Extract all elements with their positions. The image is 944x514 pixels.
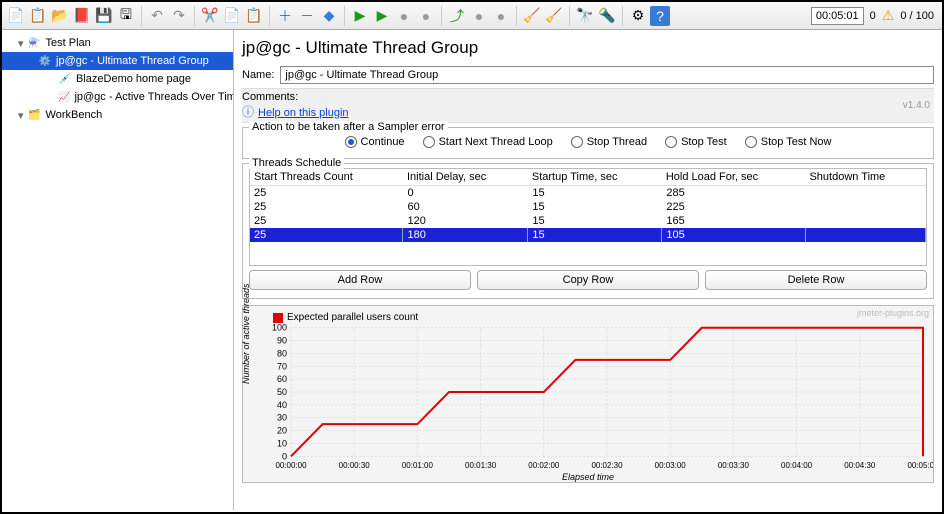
search-icon[interactable]: 🔭 (575, 6, 595, 26)
remote-shutdown-icon[interactable]: ● (491, 6, 511, 26)
svg-text:00:03:30: 00:03:30 (718, 461, 750, 470)
close-icon[interactable]: 📕 (72, 6, 92, 26)
function-icon[interactable]: ⚙ (628, 6, 648, 26)
thread-ratio: 0 / 100 (896, 10, 938, 22)
svg-text:70: 70 (277, 361, 287, 371)
open-icon[interactable]: 📂 (50, 6, 70, 26)
warning-icon[interactable]: ⚠ (882, 7, 895, 24)
copy-row-button[interactable]: Copy Row (477, 270, 699, 290)
help-icon[interactable]: ? (650, 6, 670, 26)
svg-text:00:00:00: 00:00:00 (275, 461, 307, 470)
svg-text:00:04:30: 00:04:30 (844, 461, 876, 470)
collapse-icon[interactable]: － (297, 6, 317, 26)
sampler-error-title: Action to be taken after a Sampler error (249, 121, 448, 133)
radio-stop-test-now[interactable]: Stop Test Now (745, 136, 832, 148)
table-row[interactable]: 256015225 (250, 200, 926, 214)
tree-item[interactable]: ▾⚗️Test Plan (2, 34, 233, 52)
plugin-version: v1.4.0 (903, 100, 934, 111)
radio-start-next-thread-loop[interactable]: Start Next Thread Loop (423, 136, 553, 148)
svg-text:90: 90 (277, 336, 287, 346)
svg-text:10: 10 (277, 438, 287, 448)
svg-text:00:02:30: 00:02:30 (591, 461, 623, 470)
comments-label: Comments: (242, 91, 298, 103)
reset-search-icon[interactable]: 🔦 (597, 6, 617, 26)
clear-all-icon[interactable]: 🧹 (544, 6, 564, 26)
svg-text:100: 100 (272, 323, 287, 333)
tree-item[interactable]: ▾🗂️WorkBench (2, 106, 233, 124)
cut-icon[interactable]: ✂️ (200, 6, 220, 26)
svg-text:0: 0 (282, 451, 287, 461)
threads-chart: jmeter-plugins.org Expected parallel use… (242, 305, 934, 483)
help-link[interactable]: Help on this plugin (256, 107, 349, 119)
editor-panel: jp@gc - Ultimate Thread Group Name: Comm… (234, 30, 942, 510)
panel-title: jp@gc - Ultimate Thread Group (242, 34, 934, 66)
tree-item[interactable]: ⚙️jp@gc - Ultimate Thread Group (2, 52, 233, 70)
svg-text:00:05:00: 00:05:00 (907, 461, 933, 470)
svg-text:00:02:00: 00:02:00 (528, 461, 560, 470)
info-icon: ⓘ (242, 105, 254, 119)
svg-text:00:00:30: 00:00:30 (339, 461, 371, 470)
tree-item[interactable]: 💉BlazeDemo home page (2, 70, 233, 88)
run-icon[interactable]: ▶ (350, 6, 370, 26)
svg-text:60: 60 (277, 374, 287, 384)
svg-text:00:01:00: 00:01:00 (402, 461, 434, 470)
threads-schedule-title: Threads Schedule (249, 157, 344, 169)
tree-item[interactable]: 📈jp@gc - Active Threads Over Time (2, 88, 233, 106)
svg-text:00:03:00: 00:03:00 (655, 461, 687, 470)
svg-text:30: 30 (277, 413, 287, 423)
svg-text:50: 50 (277, 387, 287, 397)
new-file-icon[interactable]: 📄 (6, 6, 26, 26)
svg-text:40: 40 (277, 400, 287, 410)
copy-icon[interactable]: 📄 (222, 6, 242, 26)
warning-count: 0 (866, 10, 880, 22)
undo-icon[interactable]: ↶ (147, 6, 167, 26)
run-no-icon[interactable]: ▶ (372, 6, 392, 26)
templates-icon[interactable]: 📋 (28, 6, 48, 26)
redo-icon[interactable]: ↷ (169, 6, 189, 26)
radio-stop-test[interactable]: Stop Test (665, 136, 727, 148)
add-row-button[interactable]: Add Row (249, 270, 471, 290)
svg-text:80: 80 (277, 348, 287, 358)
save-icon[interactable]: 💾 (94, 6, 114, 26)
test-tree[interactable]: ▾⚗️Test Plan⚙️jp@gc - Ultimate Thread Gr… (2, 30, 234, 510)
paste-icon[interactable]: 📋 (244, 6, 264, 26)
stop-icon[interactable]: ● (394, 6, 414, 26)
remote-stop-icon[interactable]: ● (469, 6, 489, 26)
table-row[interactable]: 2512015165 (250, 214, 926, 228)
expand-icon[interactable]: ＋ (275, 6, 295, 26)
table-row[interactable]: 2518015105 (250, 228, 926, 242)
svg-text:20: 20 (277, 426, 287, 436)
delete-row-button[interactable]: Delete Row (705, 270, 927, 290)
radio-continue[interactable]: Continue (345, 136, 405, 148)
name-label: Name: (242, 69, 274, 81)
svg-text:00:04:00: 00:04:00 (781, 461, 813, 470)
radio-stop-thread[interactable]: Stop Thread (571, 136, 647, 148)
sampler-error-group: Action to be taken after a Sampler error… (242, 127, 934, 159)
remote-start-icon[interactable]: ⤴ (447, 6, 467, 26)
svg-text:00:01:30: 00:01:30 (465, 461, 497, 470)
toggle-icon[interactable]: ◆ (319, 6, 339, 26)
elapsed-time: 00:05:01 (811, 7, 864, 25)
main-toolbar: 📄 📋 📂 📕 💾 🖫 ↶ ↷ ✂️ 📄 📋 ＋ － ◆ ▶ ▶ ● ● ⤴ ●… (2, 2, 942, 30)
schedule-table[interactable]: Start Threads CountInitial Delay, secSta… (249, 168, 927, 266)
save-as-icon[interactable]: 🖫 (116, 6, 136, 26)
threads-schedule-group: Threads Schedule Start Threads CountInit… (242, 163, 934, 299)
name-input[interactable] (280, 66, 934, 84)
x-axis-label: Elapsed time (562, 472, 614, 482)
clear-icon[interactable]: 🧹 (522, 6, 542, 26)
shutdown-icon[interactable]: ● (416, 6, 436, 26)
table-row[interactable]: 25015285 (250, 186, 926, 201)
